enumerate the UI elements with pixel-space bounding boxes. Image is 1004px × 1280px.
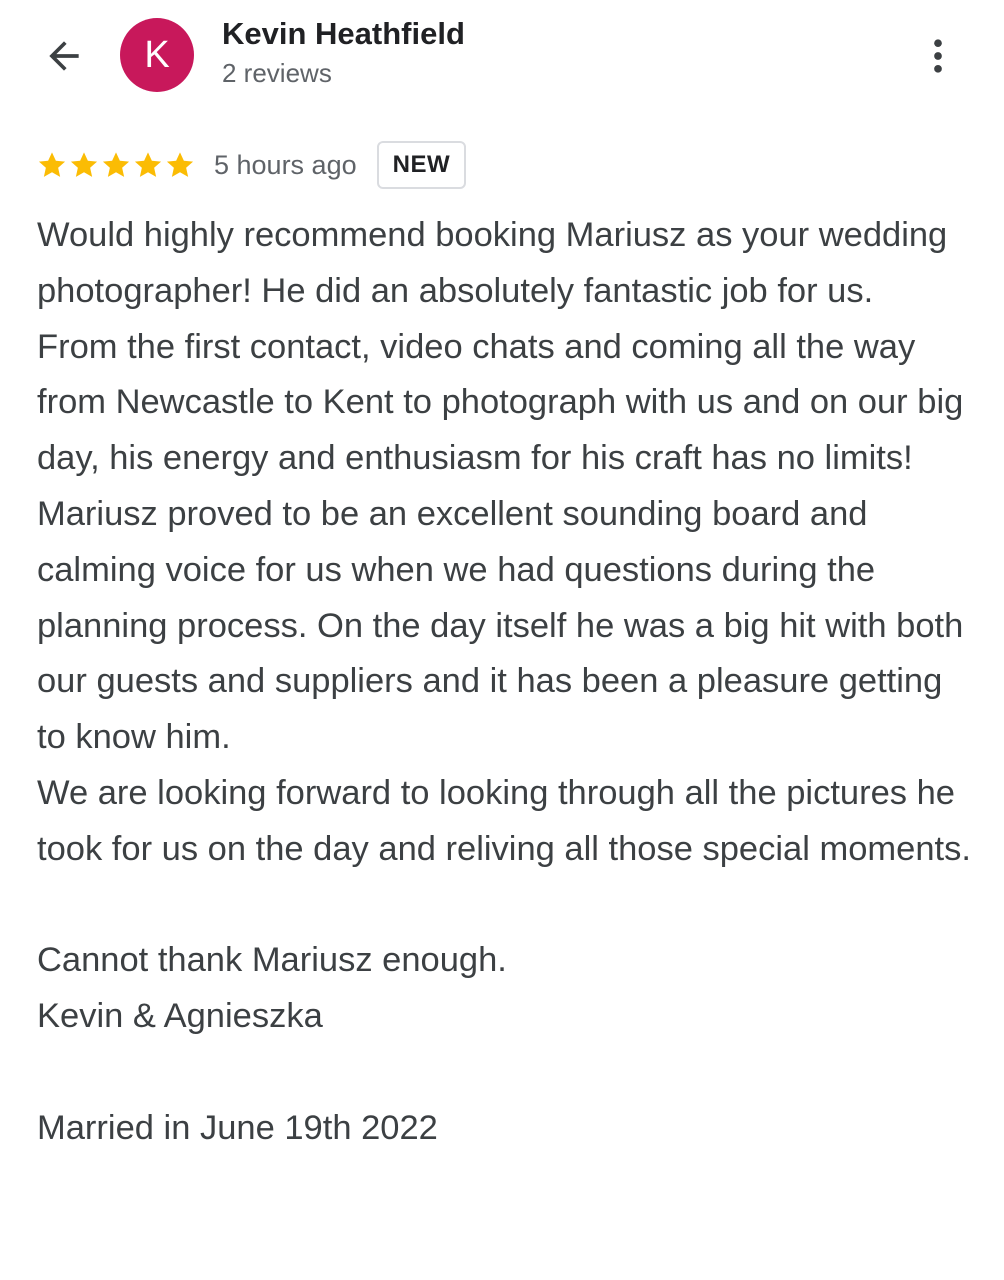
review-time: 5 hours ago — [214, 149, 357, 180]
star-icon — [134, 152, 162, 177]
rating-row: 5 hours ago NEW — [36, 140, 467, 190]
arrow-left-icon — [49, 41, 79, 71]
review-paragraph: Kevin & Agnieszka — [37, 997, 323, 1036]
author-review-count: 2 reviews — [222, 58, 332, 88]
review-paragraph: Married in June 19th 2022 — [37, 1108, 438, 1147]
review-header: K Kevin Heathfield 2 reviews — [0, 0, 1004, 120]
new-badge: NEW — [376, 141, 467, 189]
avatar[interactable]: K — [120, 18, 194, 92]
star-icon — [38, 152, 66, 177]
review-paragraph: From the first contact, video chats and … — [37, 327, 964, 757]
star-rating — [36, 149, 196, 181]
review-paragraph: Cannot thank Mariusz enough. — [37, 941, 507, 980]
review-paragraph: We are looking forward to looking throug… — [37, 773, 971, 868]
back-button[interactable] — [38, 30, 90, 82]
author-name[interactable]: Kevin Heathfield — [222, 16, 465, 52]
review-text: Would highly recommend booking Mariusz a… — [37, 208, 972, 1157]
more-options-button[interactable] — [912, 30, 964, 82]
star-icon — [102, 152, 130, 177]
review-paragraph: Would highly recommend booking Mariusz a… — [37, 216, 948, 310]
star-icon — [70, 152, 98, 177]
more-vertical-icon — [934, 39, 942, 73]
avatar-letter: K — [144, 33, 170, 76]
star-icon — [166, 152, 194, 177]
